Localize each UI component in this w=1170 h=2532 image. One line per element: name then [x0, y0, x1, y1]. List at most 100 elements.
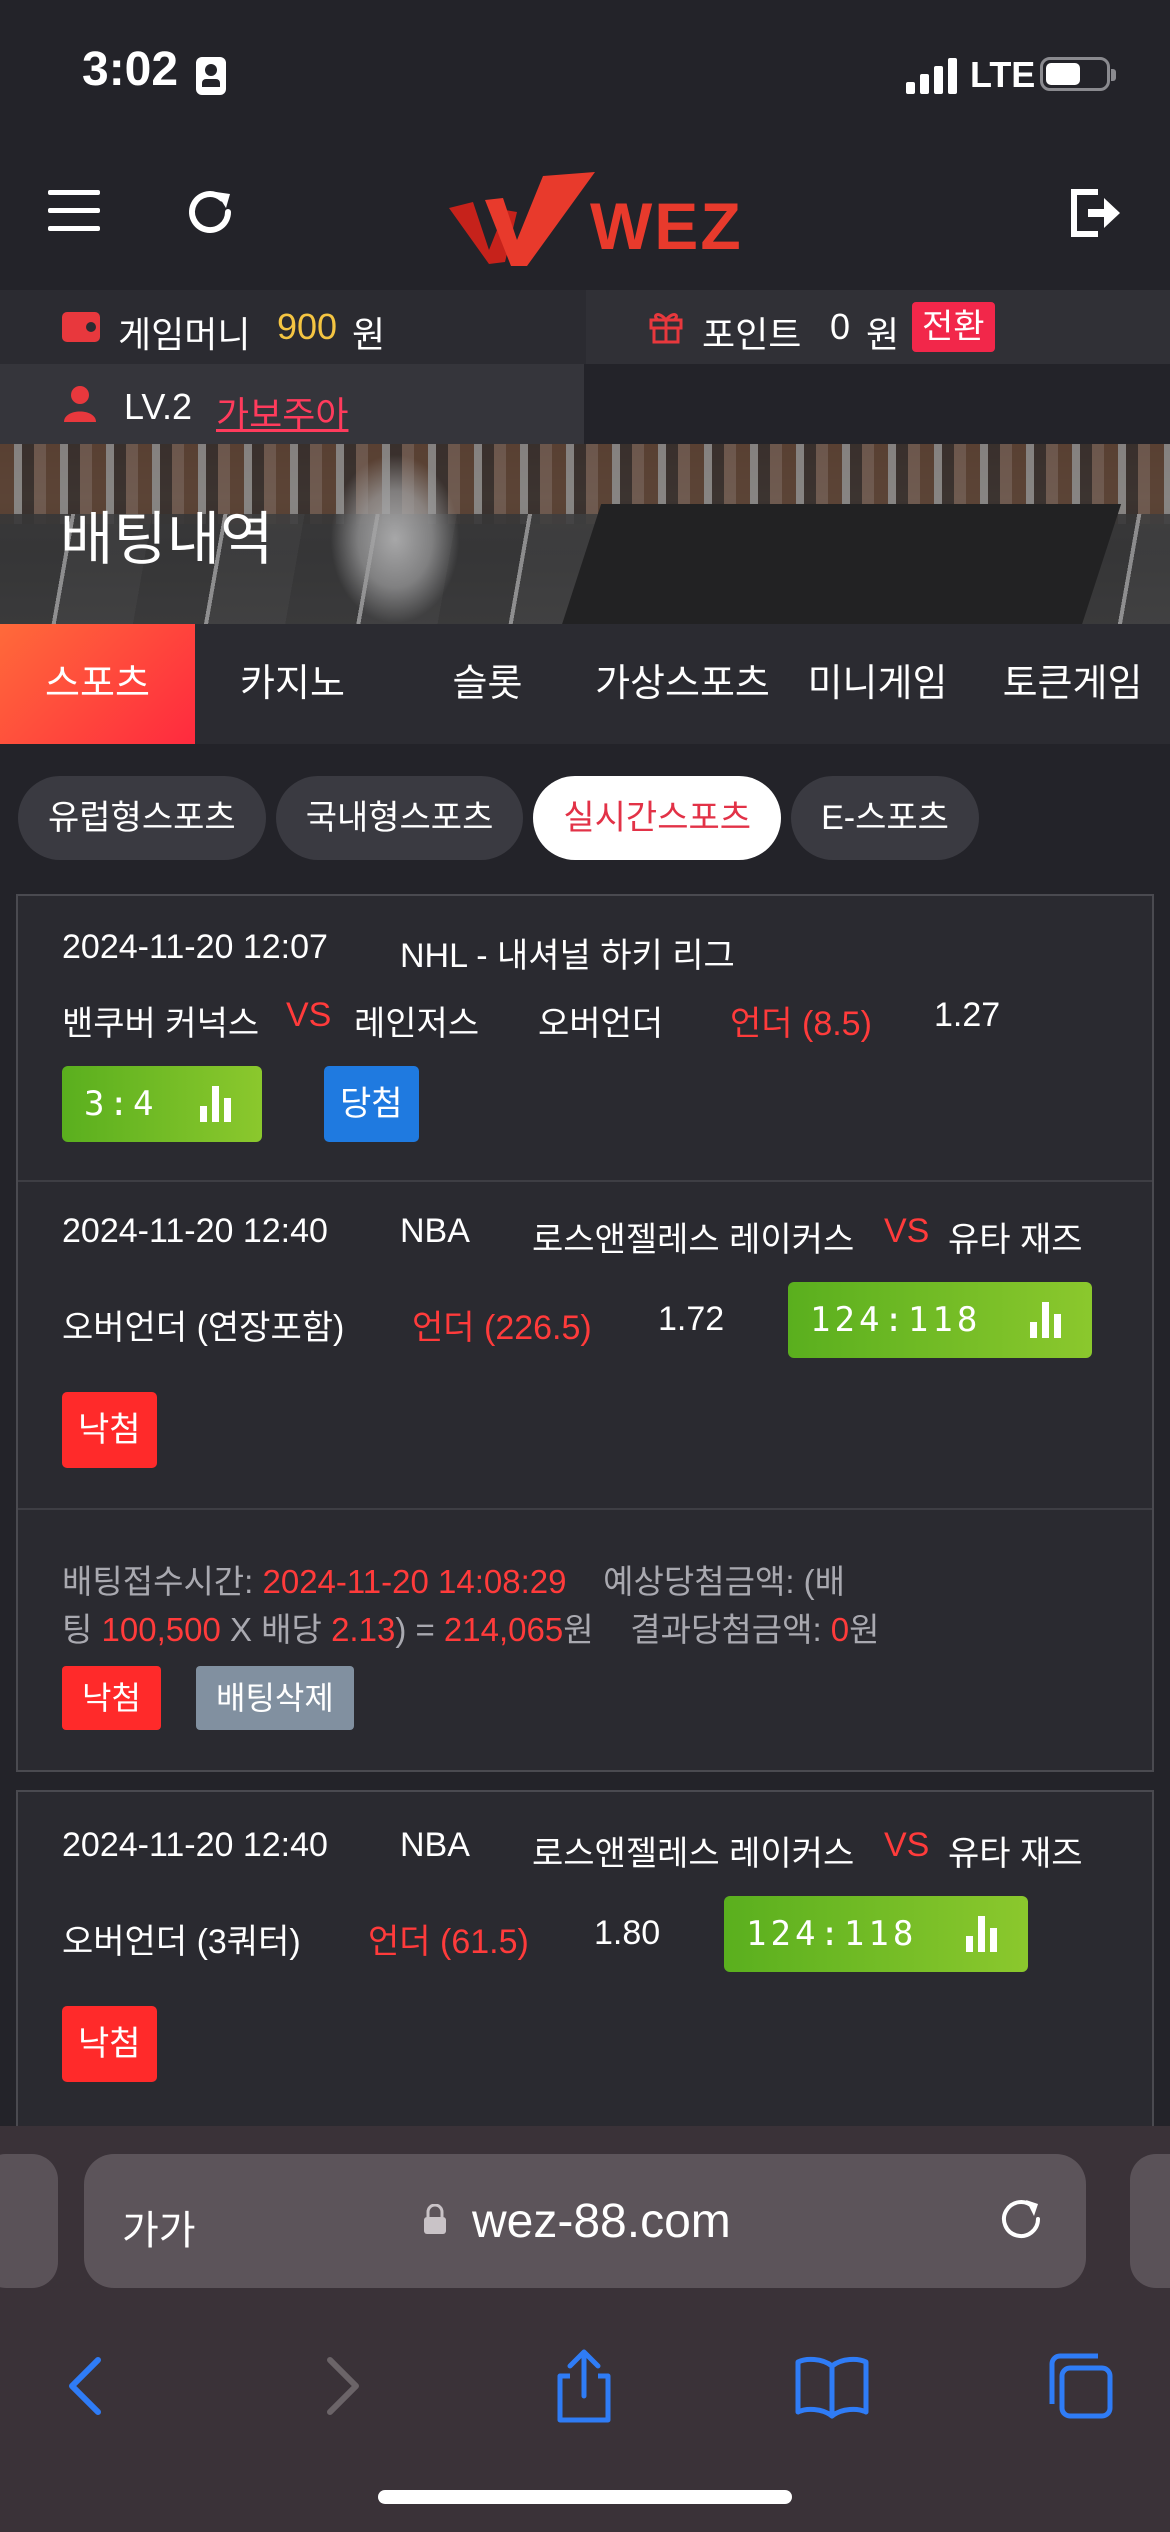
- home-team: 밴쿠버 커넉스: [62, 1005, 260, 1043]
- user-info: LV.2 가보주아: [0, 364, 584, 444]
- address-bar[interactable]: 가가 wez-88.com: [84, 2154, 1086, 2288]
- bet-odds: 1.80: [594, 1914, 661, 1952]
- bet-datetime: 2024-11-20 12:07: [62, 928, 328, 966]
- bet-league: NBA: [400, 1212, 470, 1250]
- tab-minigame[interactable]: 미니게임: [780, 624, 975, 744]
- accept-time: 2024-11-20 14:08:29: [262, 1563, 567, 1600]
- bet-pick: 언더 (8.5): [730, 1005, 872, 1043]
- browser-toolbar: 가가 wez-88.com: [0, 2126, 1170, 2532]
- result-badge: 낙첨: [62, 2006, 157, 2082]
- stats-icon: [200, 1086, 234, 1122]
- away-team: 유타 재즈: [948, 1835, 1083, 1873]
- lock-icon: [424, 2204, 446, 2234]
- bet-summary: 배팅접수시간: 2024-11-20 14:08:29 예상당첨금액: (배 팅…: [18, 1510, 1152, 1770]
- point-label: 포인트: [702, 314, 802, 355]
- gift-icon: [649, 313, 683, 344]
- forward-icon[interactable]: [300, 2346, 380, 2426]
- score-value: 124:118: [810, 1300, 982, 1340]
- stake-amount: 100,500: [101, 1611, 221, 1648]
- tab-slot[interactable]: 슬롯: [390, 624, 585, 744]
- user-bar: LV.2 가보주아: [0, 364, 1170, 444]
- away-team: 유타 재즈: [948, 1221, 1083, 1259]
- score-value: 3:4: [84, 1084, 158, 1124]
- subtab-esports[interactable]: E-스포츠: [791, 776, 979, 860]
- back-icon[interactable]: [48, 2346, 128, 2426]
- text-size-button[interactable]: 가가: [122, 2198, 196, 2256]
- money-value: 900: [277, 306, 338, 347]
- bet-row: 2024-11-20 12:40 NBA 로스앤젤레스 레이커스 VS 유타 재…: [18, 1182, 1152, 1510]
- point-unit: 원: [866, 314, 900, 355]
- result-badge: 낙첨: [62, 1392, 157, 1468]
- bet-odds: 1.72: [658, 1300, 725, 1338]
- bet-row: 2024-11-20 12:40 NBA 로스앤젤레스 레이커스 VS 유타 재…: [18, 1792, 1152, 2122]
- next-tab-preview[interactable]: [1130, 2154, 1170, 2288]
- wallet-icon: [62, 312, 100, 342]
- status-badge: 낙첨: [62, 1666, 161, 1730]
- money-label: 게임머니: [118, 314, 251, 355]
- bet-slip-card: 2024-11-20 12:40 NBA 로스앤젤레스 레이커스 VS 유타 재…: [16, 1790, 1154, 2130]
- stats-icon: [966, 1916, 1000, 1952]
- bet-odds: 1.27: [934, 996, 1001, 1034]
- menu-icon[interactable]: [48, 190, 100, 234]
- subtab-domestic-sports[interactable]: 국내형스포츠: [275, 776, 524, 860]
- score-button[interactable]: 124:118: [724, 1896, 1028, 1972]
- page-title: 배팅내역: [60, 507, 274, 572]
- refresh-icon[interactable]: [180, 182, 240, 242]
- logo-mark-icon: [449, 172, 595, 266]
- bet-datetime: 2024-11-20 12:40: [62, 1826, 328, 1864]
- status-time: 3:02: [82, 43, 179, 96]
- logout-icon[interactable]: [1068, 186, 1122, 240]
- home-indicator[interactable]: [378, 2490, 792, 2504]
- previous-tab-preview[interactable]: [0, 2154, 58, 2288]
- browser-nav: [0, 2326, 1170, 2446]
- user-level: LV.2: [124, 386, 193, 427]
- bet-league: NBA: [400, 1826, 470, 1864]
- bet-pick: 언더 (61.5): [368, 1923, 529, 1961]
- result-amount: 0: [830, 1611, 850, 1648]
- bet-pick: 언더 (226.5): [412, 1309, 592, 1347]
- result-badge: 당첨: [324, 1066, 419, 1142]
- reload-icon[interactable]: [994, 2192, 1048, 2246]
- user-icon: [64, 386, 96, 422]
- score-button[interactable]: 3:4: [62, 1066, 262, 1142]
- url-text: wez-88.com: [472, 2195, 731, 2248]
- tab-token-game[interactable]: 토큰게임: [975, 624, 1170, 744]
- home-team: 로스앤젤레스 레이커스: [532, 1835, 855, 1873]
- bet-league: NHL - 내셔널 하키 리그: [400, 937, 735, 975]
- bookmarks-icon[interactable]: [792, 2346, 872, 2426]
- away-team: 레인저스: [354, 1005, 480, 1043]
- home-team: 로스앤젤레스 레이커스: [532, 1221, 855, 1259]
- score-value: 124:118: [746, 1914, 918, 1954]
- subtab-euro-sports[interactable]: 유럽형스포츠: [18, 776, 266, 860]
- score-button[interactable]: 124:118: [788, 1282, 1092, 1358]
- tab-casino[interactable]: 카지노: [195, 624, 390, 744]
- status-bar: 3:02 LTE: [0, 0, 1170, 150]
- vs-label: VS: [884, 1826, 930, 1864]
- bet-market: 오버언더 (3쿼터): [62, 1923, 301, 1961]
- user-nickname[interactable]: 가보주아: [216, 386, 348, 438]
- points: 포인트 0 원 전환: [586, 290, 1170, 364]
- bet-market: 오버언더 (연장포함): [62, 1309, 345, 1347]
- battery-icon: [1040, 57, 1116, 91]
- vs-label: VS: [286, 996, 332, 1034]
- category-tabs: 스포츠 카지노 슬롯 가상스포츠 미니게임 토큰게임: [0, 624, 1170, 744]
- bet-market: 오버언더: [538, 1005, 664, 1043]
- vs-label: VS: [884, 1212, 930, 1250]
- summary-line-2: 팅 100,500 X 배당 2.13) = 214,065원 결과당첨금액: …: [62, 1611, 880, 1648]
- sports-type-tabs: 유럽형스포츠 국내형스포츠 실시간스포츠 E-스포츠: [18, 776, 979, 860]
- logo-text: WEZ: [590, 189, 743, 263]
- page-banner: 배팅내역: [0, 444, 1170, 624]
- total-odds: 2.13: [331, 1611, 396, 1648]
- share-icon[interactable]: [544, 2346, 624, 2426]
- summary-line-1: 배팅접수시간: 2024-11-20 14:08:29 예상당첨금액: (배: [62, 1563, 846, 1600]
- convert-button[interactable]: 전환: [912, 302, 995, 352]
- stats-icon: [1030, 1302, 1064, 1338]
- brand-logo[interactable]: WEZ: [445, 170, 741, 270]
- bet-row: 2024-11-20 12:07 NHL - 내셔널 하키 리그 밴쿠버 커넉스…: [18, 896, 1152, 1182]
- id-badge-icon: [196, 57, 226, 95]
- delete-bet-button[interactable]: 배팅삭제: [196, 1666, 354, 1730]
- tab-sports[interactable]: 스포츠: [0, 624, 195, 744]
- subtab-live-sports[interactable]: 실시간스포츠: [533, 776, 782, 860]
- tabs-icon[interactable]: [1040, 2346, 1120, 2426]
- tab-virtual-sports[interactable]: 가상스포츠: [585, 624, 780, 744]
